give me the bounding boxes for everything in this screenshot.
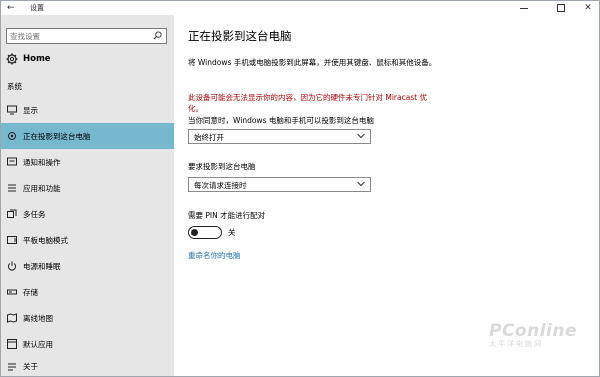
sidebar-item-label: 离线地图: [23, 313, 53, 323]
multitask-icon: [7, 209, 17, 219]
sidebar-item-label: 显示: [23, 105, 38, 115]
ask-dropdown[interactable]: 每次请求连接时: [188, 177, 371, 192]
rename-pc-link[interactable]: 重命名你的电脑: [188, 250, 241, 261]
close-icon: ✕: [584, 2, 592, 13]
power-icon: [7, 261, 17, 271]
availability-label: 当你同意时，Windows 电脑和手机可以投影到这台电脑: [188, 116, 374, 125]
section-title-system: 系统: [7, 82, 22, 91]
notification-icon: [7, 157, 17, 167]
monitor-icon: [7, 105, 17, 115]
sidebar-item-storage[interactable]: 存储: [1, 279, 174, 305]
warning-text: 此设备可能会无法显示你的内容，因为它的硬件未专门针对 Miracast 优化。: [188, 93, 428, 113]
pin-toggle[interactable]: [188, 226, 222, 239]
watermark-logo: PConline 太平洋电脑网: [489, 321, 577, 349]
project-icon: [7, 131, 17, 141]
chevron-down-icon: [357, 133, 365, 139]
sidebar: Home 系统 显示 正在投影到这台电脑 通知和操作 应用和功能 多任务 平板电…: [1, 15, 174, 376]
sidebar-item-notifications[interactable]: 通知和操作: [1, 149, 174, 175]
watermark-brand: PConline: [489, 321, 578, 341]
title-bar: ← 设置 ✕: [1, 1, 599, 15]
window-title: 设置: [30, 4, 44, 12]
main-content: 正在投影到这台电脑 将 Windows 手机或电脑投影到此屏幕，并使用其键盘、鼠…: [174, 15, 599, 376]
pin-toggle-state: 关: [228, 228, 236, 237]
storage-icon: [7, 287, 17, 297]
sidebar-item-label: 正在投影到这台电脑: [23, 131, 91, 141]
gear-icon: [6, 53, 18, 65]
chevron-down-icon: [357, 181, 365, 187]
description-text: 将 Windows 手机或电脑投影到此屏幕，并使用其键盘、鼠标和其他设备。: [188, 58, 437, 67]
sidebar-item-tablet-mode[interactable]: 平板电脑模式: [1, 227, 174, 253]
page-title: 正在投影到这台电脑: [188, 29, 292, 43]
search-box[interactable]: [6, 28, 167, 44]
toggle-knob: [191, 228, 198, 236]
home-label: Home: [23, 54, 51, 64]
home-link[interactable]: Home: [6, 51, 51, 67]
sidebar-item-display[interactable]: 显示: [1, 97, 174, 123]
close-button[interactable]: ✕: [573, 1, 600, 15]
sidebar-item-offline-maps[interactable]: 离线地图: [1, 305, 174, 331]
search-input[interactable]: [10, 30, 145, 42]
ask-value: 每次请求连接时: [194, 181, 247, 190]
sidebar-item-apps[interactable]: 应用和功能: [1, 175, 174, 201]
minimize-icon: [520, 7, 528, 9]
apps-icon: [7, 183, 17, 193]
sidebar-item-label: 电源和睡眠: [23, 261, 61, 271]
sidebar-item-label: 默认应用: [23, 339, 53, 349]
sidebar-item-multitasking[interactable]: 多任务: [1, 201, 174, 227]
maximize-button[interactable]: [546, 1, 576, 15]
minimize-button[interactable]: [509, 1, 539, 15]
sidebar-item-label: 通知和操作: [23, 157, 61, 167]
maximize-icon: [557, 4, 565, 12]
sidebar-item-label: 关于: [23, 362, 38, 371]
pin-label: 需要 PIN 才能进行配对: [188, 211, 266, 220]
default-apps-icon: [7, 339, 17, 349]
sidebar-item-label: 平板电脑模式: [23, 235, 68, 245]
sidebar-item-power-sleep[interactable]: 电源和睡眠: [1, 253, 174, 279]
map-icon: [7, 313, 17, 323]
sidebar-item-default-apps[interactable]: 默认应用: [1, 331, 174, 357]
sidebar-item-label: 多任务: [23, 209, 46, 219]
search-icon[interactable]: [153, 31, 162, 40]
ask-label: 要求投影到这台电脑: [188, 162, 256, 171]
tablet-icon: [7, 235, 17, 245]
sidebar-item-label: 存储: [23, 287, 38, 297]
availability-value: 始终打开: [194, 133, 224, 142]
back-arrow-icon[interactable]: ←: [7, 3, 15, 13]
sidebar-item-about[interactable]: 关于: [1, 357, 174, 376]
sidebar-item-label: 应用和功能: [23, 183, 61, 193]
settings-window: ← 设置 ✕ Home: [0, 0, 600, 377]
availability-dropdown[interactable]: 始终打开: [188, 129, 371, 144]
info-icon: [7, 362, 17, 372]
sidebar-item-projecting[interactable]: 正在投影到这台电脑: [1, 123, 174, 149]
